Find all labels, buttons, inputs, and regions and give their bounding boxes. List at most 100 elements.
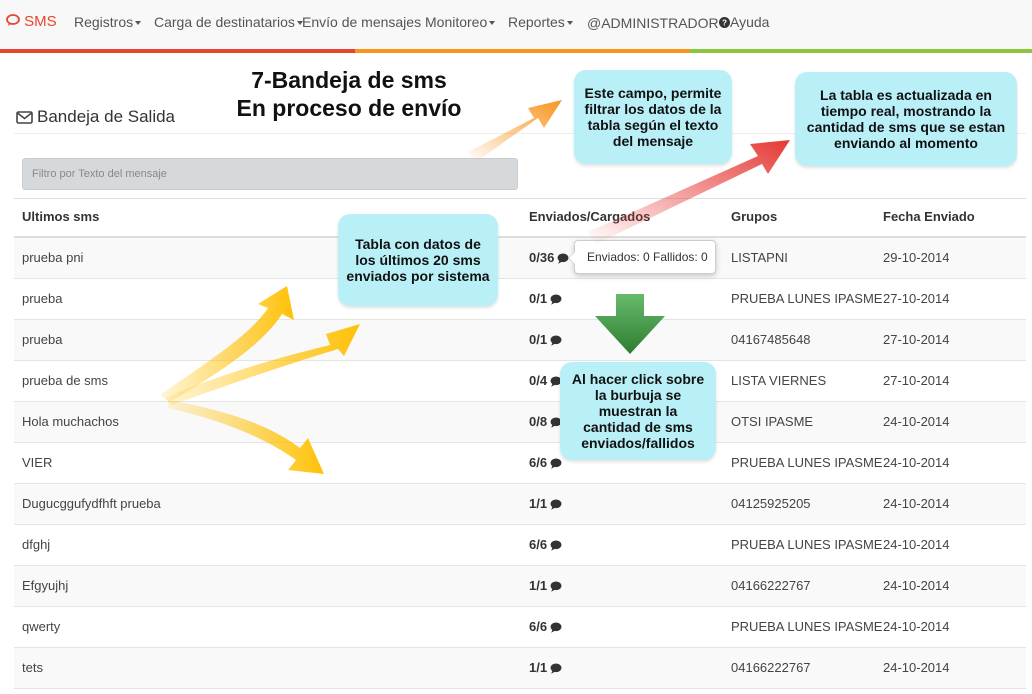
cell-message: tets [22, 660, 43, 675]
cell-date: 24-10-2014 [883, 619, 950, 634]
cell-group: 04167485648 [731, 332, 811, 347]
header-ultimos-sms[interactable]: Ultimos sms [22, 209, 99, 224]
cell-sent-loaded: 1/1 [529, 660, 562, 675]
table-row: Efgyujhj 1/1 04166222767 24-10-2014 [14, 566, 1026, 607]
page-title-label: Bandeja de Salida [37, 107, 176, 126]
navbar-stripe-green [690, 49, 1032, 53]
table-row: prueba de sms 0/4 LISTA VIERNES 27-10-2014 [14, 361, 1026, 402]
table-row: Dugucggufydfhft prueba 1/1 04125925205 24-1… [14, 484, 1026, 525]
sent-loaded-value: 0/36 [529, 250, 555, 265]
comment-bubble-icon[interactable] [550, 499, 562, 510]
table-header: Ultimos sms Enviados/Cargados Grupos Fec… [14, 198, 1026, 238]
cell-sent-loaded: 0/8 [529, 414, 562, 429]
cell-date: 24-10-2014 [883, 496, 950, 511]
comment-bubble-icon[interactable] [550, 540, 562, 551]
cell-group: 04166222767 [731, 660, 811, 675]
navbar-stripe-orange [355, 49, 690, 53]
sent-loaded-value: 0/1 [529, 291, 548, 306]
comment-bubble-icon[interactable] [550, 294, 562, 305]
sent-loaded-value: 0/8 [529, 414, 548, 429]
sent-loaded-value: 1/1 [529, 496, 548, 511]
cell-group: LISTAPNI [731, 250, 788, 265]
cell-sent-loaded: 0/36 [529, 250, 569, 265]
cell-sent-loaded: 6/6 [529, 455, 562, 470]
table-row: qwerty 6/6 PRUEBA LUNES IPASME 24-10-2014 [14, 607, 1026, 648]
cell-group: 04125925205 [731, 496, 811, 511]
cell-date: 24-10-2014 [883, 455, 950, 470]
outbox-table: Ultimos sms Enviados/Cargados Grupos Fec… [14, 198, 1026, 689]
cell-date: 24-10-2014 [883, 414, 950, 429]
header-enviados-cargados[interactable]: Enviados/Cargados [529, 209, 650, 224]
sent-loaded-value: 6/6 [529, 619, 548, 634]
sent-failed-popover: Enviados: 0 Fallidos: 0 [568, 240, 716, 274]
filter-note-callout: Este campo, permite filtrar los datos de… [574, 70, 732, 164]
cell-sent-loaded: 6/6 [529, 537, 562, 552]
table-note-callout: Tabla con datos de los últimos 20 sms en… [338, 214, 498, 306]
caret-down-icon [135, 21, 142, 26]
tutorial-title-line2: En proceso de envío [236, 95, 462, 121]
caret-down-icon [489, 21, 496, 26]
cell-date: 27-10-2014 [883, 291, 950, 306]
sent-loaded-value: 1/1 [529, 660, 548, 675]
navbar-stripe-red [0, 49, 355, 53]
tutorial-title-line1: 7-Bandeja de sms [251, 67, 447, 93]
table-body: prueba pni 0/36 LISTAPNI 29-10-2014 prueba 0/… [14, 238, 1026, 689]
cell-message: prueba pni [22, 250, 84, 265]
cell-message: VIER [22, 455, 53, 470]
cell-date: 24-10-2014 [883, 660, 950, 675]
cell-date: 24-10-2014 [883, 537, 950, 552]
bubble-note-callout: Al hacer click sobre la burbuja se muest… [560, 362, 716, 460]
nav-registros[interactable]: Registros [74, 14, 142, 30]
cell-date: 27-10-2014 [883, 373, 950, 388]
cell-message: Dugucggufydfhft prueba [22, 496, 161, 511]
cell-sent-loaded: 0/1 [529, 332, 562, 347]
caret-down-icon [566, 21, 573, 26]
tutorial-title: 7-Bandeja de sms En proceso de envío [204, 66, 494, 122]
realtime-note-callout: La tabla es actualizada en tiempo real, … [795, 72, 1017, 166]
chat-icon [6, 14, 20, 26]
cell-group: PRUEBA LUNES IPASME [731, 537, 883, 552]
top-navbar: SMS Registros Carga de destinatarios Env… [0, 0, 1032, 53]
table-row: Hola muchachos 0/8 OTSI IPASME 24-10-2014 [14, 402, 1026, 443]
comment-bubble-icon[interactable] [550, 458, 562, 469]
cell-sent-loaded: 1/1 [529, 496, 562, 511]
nav-carga-destinatarios[interactable]: Carga de destinatarios [154, 14, 303, 30]
cell-message: dfghj [22, 537, 51, 552]
table-row: prueba 0/1 PRUEBA LUNES IPASME 27-10-2014 [14, 279, 1026, 320]
cell-sent-loaded: 0/1 [529, 291, 562, 306]
cell-message: Hola muchachos [22, 414, 119, 429]
nav-reportes[interactable]: Reportes [508, 14, 573, 30]
nav-monitoreo[interactable]: Monitoreo [425, 14, 496, 30]
cell-group: LISTA VIERNES [731, 373, 827, 388]
table-row: tets 1/1 04166222767 24-10-2014 [14, 648, 1026, 689]
comment-bubble-icon[interactable] [550, 622, 562, 633]
sent-loaded-value: 1/1 [529, 578, 548, 593]
cell-sent-loaded: 6/6 [529, 619, 562, 634]
comment-bubble-icon[interactable] [550, 663, 562, 674]
header-fecha-enviado[interactable]: Fecha Enviado [883, 209, 975, 224]
question-circle-icon: ? [719, 17, 730, 28]
nav-administrador[interactable]: @ADMINISTRADOR [587, 15, 719, 31]
comment-bubble-icon[interactable] [550, 581, 562, 592]
svg-text:?: ? [722, 19, 727, 28]
table-row: prueba pni 0/36 LISTAPNI 29-10-2014 [14, 238, 1026, 279]
table-row: dfghj 6/6 PRUEBA LUNES IPASME 24-10-2014 [14, 525, 1026, 566]
cell-message: prueba [22, 332, 63, 347]
table-row: VIER 6/6 PRUEBA LUNES IPASME 24-10-2014 [14, 443, 1026, 484]
message-filter-input[interactable] [22, 158, 518, 190]
comment-bubble-icon[interactable] [550, 335, 562, 346]
cell-date: 29-10-2014 [883, 250, 950, 265]
nav-ayuda[interactable]: ? Ayuda [719, 14, 769, 30]
cell-group: PRUEBA LUNES IPASME [731, 291, 883, 306]
brand-label: SMS [24, 13, 57, 30]
cell-group: OTSI IPASME [731, 414, 814, 429]
table-row: prueba 0/1 04167485648 27-10-2014 [14, 320, 1026, 361]
sent-loaded-value: 0/1 [529, 332, 548, 347]
nav-envio-mensajes[interactable]: Envío de mensajes [302, 14, 421, 30]
cell-message: qwerty [22, 619, 61, 634]
brand-link[interactable]: SMS [6, 13, 57, 30]
cell-group: PRUEBA LUNES IPASME [731, 455, 883, 470]
cell-sent-loaded: 1/1 [529, 578, 562, 593]
cell-message: prueba [22, 291, 63, 306]
header-grupos[interactable]: Grupos [731, 209, 777, 224]
